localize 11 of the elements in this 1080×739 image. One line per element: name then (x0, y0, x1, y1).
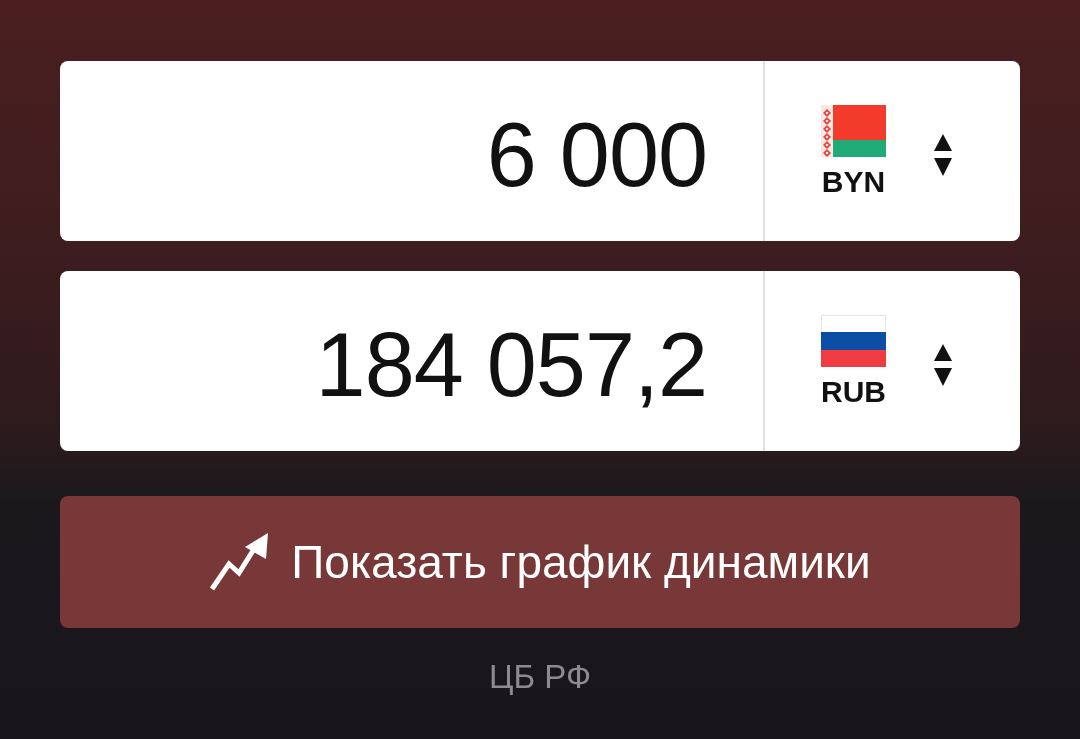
amount-field[interactable]: 184 057,2 (60, 271, 763, 451)
amount-field[interactable]: 6 000 (60, 61, 763, 241)
up-down-arrows-icon (934, 134, 952, 176)
currency-selector[interactable]: BYN (765, 61, 1020, 241)
currency-selector[interactable]: RUB (765, 271, 1020, 451)
source-label: ЦБ РФ (489, 657, 591, 697)
russia-flag-icon (821, 315, 886, 367)
show-chart-button[interactable]: Показать график динамики (60, 496, 1020, 628)
up-down-arrows-icon (934, 344, 952, 386)
belarus-flag-icon (821, 105, 886, 157)
trend-up-arrow-icon (209, 532, 270, 592)
